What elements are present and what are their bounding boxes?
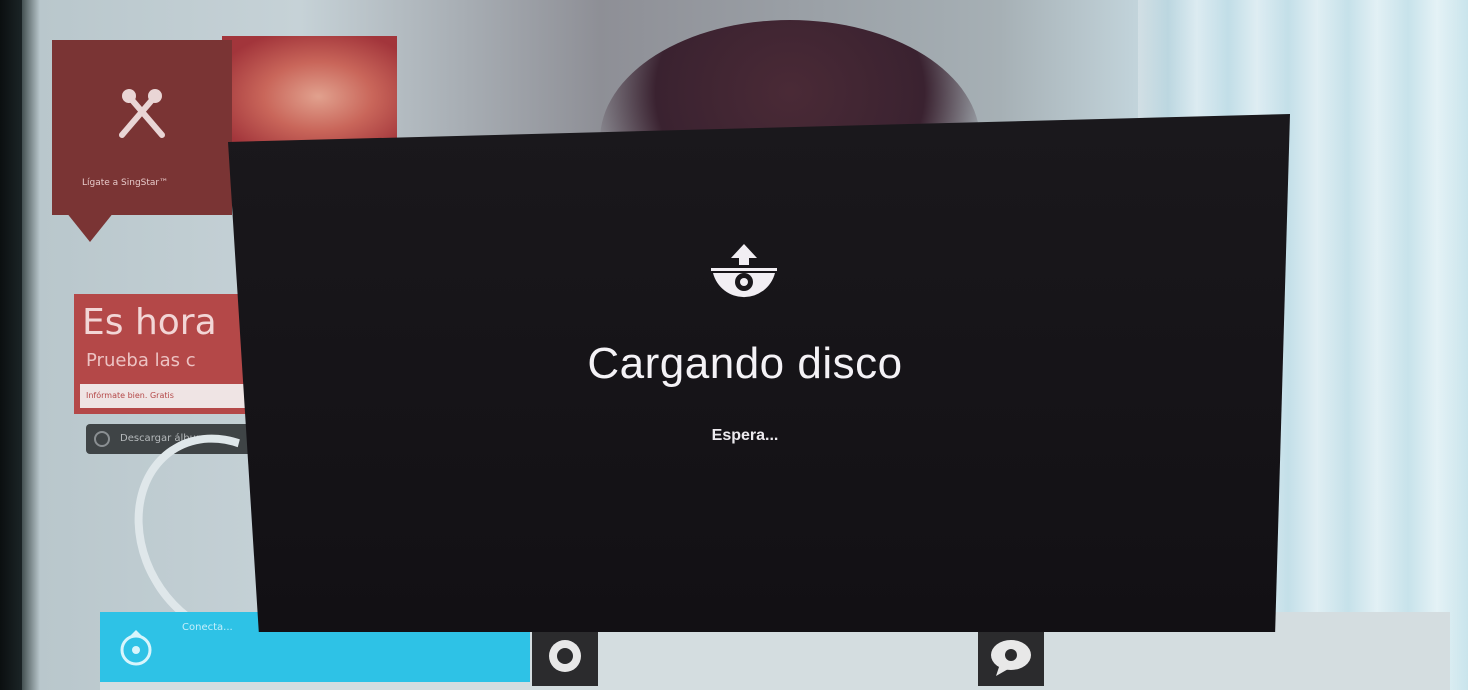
disc-icon [532, 640, 598, 690]
promo-subline: Prueba las c [86, 350, 196, 371]
dialog-subtitle: Espera... [711, 427, 779, 444]
promo-headline: Es hora [82, 302, 217, 343]
artist-photo-tile[interactable] [222, 36, 397, 146]
tv-screen: Lígate a SingStar™ Es hora Prueba las c … [0, 0, 1468, 690]
bottom-connect-label: Conecta... [182, 622, 233, 633]
singstar-tile-pointer [66, 212, 114, 242]
promo-tile[interactable]: Es hora Prueba las c Infórmate bien. Gra… [74, 294, 254, 414]
bottom-disc-button[interactable] [532, 630, 598, 686]
download-disc-icon [118, 630, 154, 666]
singstar-tile[interactable]: Lígate a SingStar™ [52, 40, 232, 215]
circle-icon [94, 431, 110, 447]
dialog-title: Cargando disco [587, 339, 903, 388]
screen-bezel [0, 0, 22, 690]
loading-disc-dialog: Cargando disco Espera... [228, 114, 1290, 632]
bottom-chat-button[interactable] [978, 630, 1044, 686]
disc-load-icon [710, 242, 778, 318]
microphone-icon [107, 80, 177, 150]
promo-strip: Infórmate bien. Gratis [80, 384, 248, 408]
singstar-tile-label: Lígate a SingStar™ [82, 178, 169, 188]
speech-bubble-icon [978, 640, 1044, 690]
